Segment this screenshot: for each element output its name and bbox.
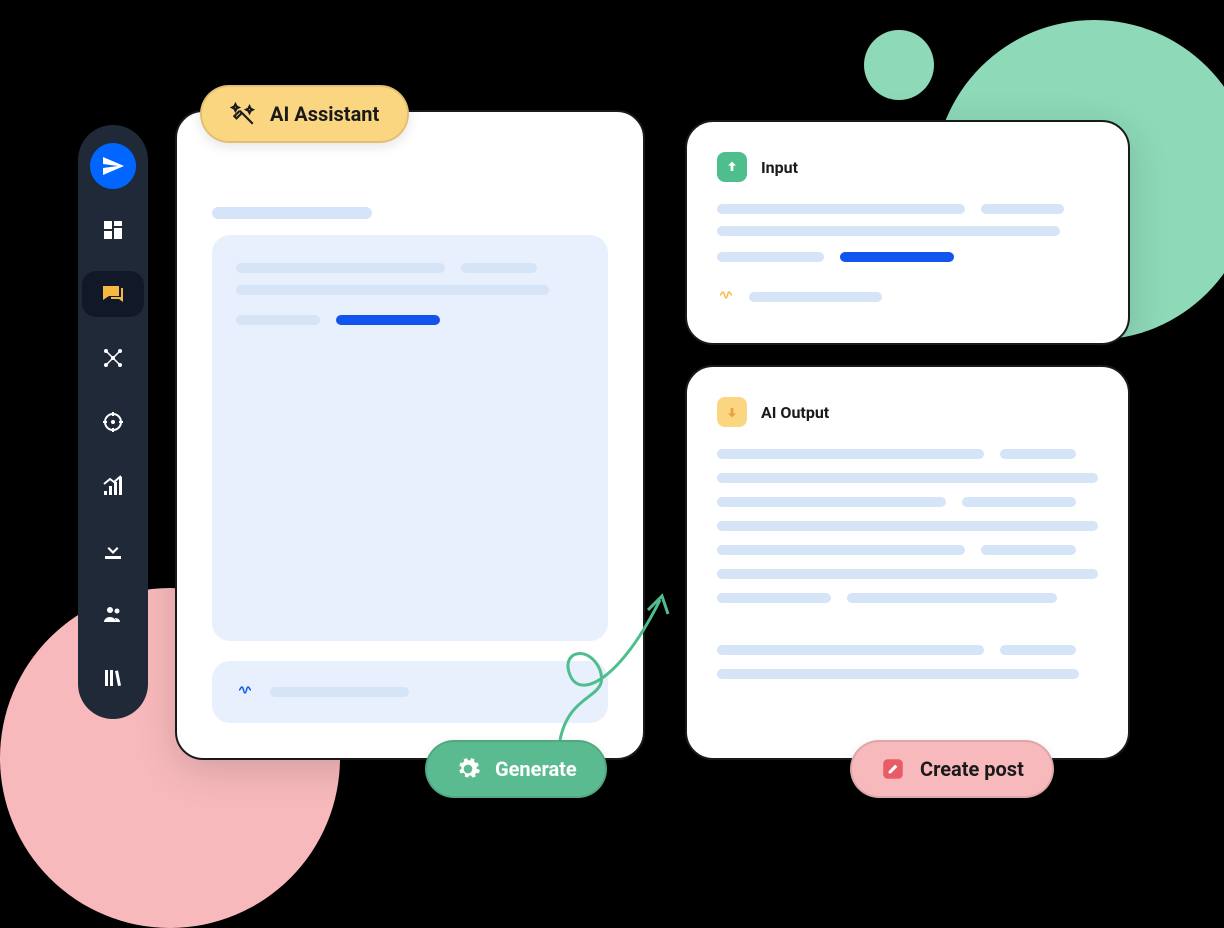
ai-assistant-label: AI Assistant [270, 102, 379, 126]
create-post-label: Create post [920, 757, 1024, 781]
skeleton-line [749, 292, 882, 302]
output-card-icon [717, 397, 747, 427]
skeleton-line [717, 252, 824, 262]
sidebar-item-compose[interactable] [82, 271, 144, 317]
input-card: Input [685, 120, 1130, 345]
skeleton-line [981, 204, 1065, 214]
sidebar-item-target[interactable] [90, 399, 136, 445]
skeleton-line [717, 645, 984, 655]
skeleton-line [962, 497, 1076, 507]
skeleton-line [236, 315, 320, 325]
sidebar [78, 125, 148, 719]
skeleton-line [717, 521, 1098, 531]
generate-label: Generate [495, 757, 577, 781]
skeleton-line [236, 285, 549, 295]
input-card-icon [717, 152, 747, 182]
skeleton-line [717, 449, 984, 459]
skeleton-line [1000, 449, 1076, 459]
input-card-label: Input [761, 158, 798, 177]
skeleton-heading [212, 207, 372, 219]
skeleton-line [236, 263, 445, 273]
magic-wand-icon [230, 101, 256, 127]
sidebar-item-network[interactable] [90, 335, 136, 381]
skeleton-line-highlight [840, 252, 954, 262]
flow-arrow-icon [540, 570, 700, 750]
skeleton-line [717, 669, 1079, 679]
create-post-button[interactable]: Create post [850, 740, 1054, 798]
skeleton-line [717, 226, 1060, 236]
generate-button[interactable]: Generate [425, 740, 607, 798]
download-tray-icon [101, 538, 125, 562]
sidebar-item-analytics[interactable] [90, 463, 136, 509]
users-icon [101, 602, 125, 626]
skeleton-line [717, 473, 1098, 483]
skeleton-line [717, 569, 1098, 579]
message-edit-icon [101, 282, 125, 306]
gear-icon [455, 756, 481, 782]
skeleton-line [717, 497, 946, 507]
skeleton-line [847, 593, 1057, 603]
ai-assistant-badge: AI Assistant [200, 85, 409, 143]
skeleton-line [717, 593, 831, 603]
sidebar-item-downloads[interactable] [90, 527, 136, 573]
skeleton-line-cursor [336, 315, 440, 325]
sidebar-item-team[interactable] [90, 591, 136, 637]
output-card-label: AI Output [761, 403, 829, 422]
sidebar-item-dashboard[interactable] [90, 207, 136, 253]
voice-wave-icon [236, 681, 254, 703]
skeleton-line [717, 545, 965, 555]
crosshair-icon [101, 410, 125, 434]
arrow-up-icon [724, 159, 740, 175]
sidebar-item-library[interactable] [90, 655, 136, 701]
skeleton-line [717, 204, 965, 214]
paper-plane-icon [101, 154, 125, 178]
arrow-down-icon [724, 404, 740, 420]
skeleton-line [1000, 645, 1076, 655]
grid-icon [101, 218, 125, 242]
books-icon [101, 666, 125, 690]
skeleton-line [270, 687, 409, 697]
skeleton-line [461, 263, 538, 273]
chart-up-icon [101, 474, 125, 498]
edit-square-icon [880, 756, 906, 782]
ai-output-card: AI Output [685, 365, 1130, 760]
decor-circle-green-small [864, 30, 934, 100]
skeleton-line [981, 545, 1076, 555]
nodes-icon [101, 346, 125, 370]
sidebar-item-navigate[interactable] [90, 143, 136, 189]
voice-wave-icon [717, 286, 735, 308]
